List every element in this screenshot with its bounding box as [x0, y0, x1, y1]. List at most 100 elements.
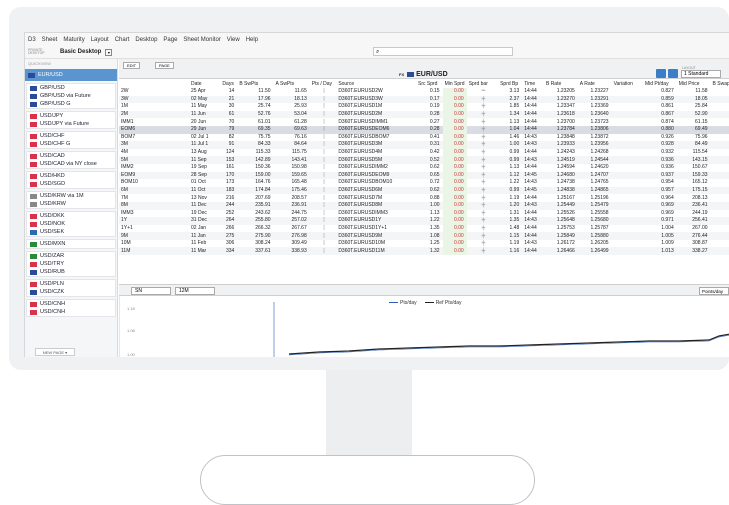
table-cell: 266 — [225, 224, 235, 231]
chart-view-icon[interactable] — [668, 69, 678, 78]
menu-item[interactable]: Chart — [115, 37, 130, 43]
table-row[interactable]: 1Y 31 Dec 264 255.80 257.02 | D360T.EURUSD1Y 1.… — [119, 217, 729, 225]
sidebar-item[interactable]: USD/TRY — [27, 260, 115, 268]
table-cell: 0.52 — [416, 156, 443, 164]
search-input[interactable]: ⌕ — [373, 47, 513, 56]
table-row[interactable]: 5M 11 Sep 153 142.89 143.41 | D360T.EURUSD5M 0.… — [119, 156, 729, 164]
sidebar-item[interactable]: USD/CNH — [27, 300, 115, 308]
column-header[interactable]: A Rate — [577, 80, 612, 88]
table-row[interactable]: EOM6 29 Jun 79 69.35 69.63 | D360T.EURUSDEOM6 0… — [119, 125, 729, 134]
table-cell: 1.25849 — [543, 232, 578, 240]
table-row[interactable]: 3M 11 Jul 1 91 84.33 84.64 | D360T.EURUSD3M 0.3… — [119, 141, 729, 149]
new-page-button[interactable]: NEW PAGE ▾ — [35, 348, 75, 356]
sidebar-item[interactable]: USD/PLN — [27, 280, 115, 288]
sidebar-item[interactable]: USD/CHF — [27, 132, 115, 140]
column-header[interactable] — [119, 80, 190, 88]
column-header[interactable]: Sprd bar — [466, 80, 499, 88]
sidebar-item[interactable]: USD/MXN — [27, 240, 115, 248]
menu-item[interactable]: Sheet — [42, 37, 58, 43]
column-header[interactable]: Source — [336, 80, 416, 88]
table-row[interactable]: 4M 13 Aug 124 115.33 115.75 | D360T.EURUSD4M 0.… — [119, 148, 729, 157]
table-header: Date Days B SwPts A SwPts Pts / Day Source Src… — [119, 80, 729, 88]
column-header[interactable]: Time — [522, 80, 544, 88]
series-select[interactable]: SN — [131, 287, 171, 295]
table-row[interactable]: 3W 02 May 21 17.96 18.13 | D360T.EURUSD3W 0.17 0… — [119, 95, 729, 104]
sidebar-item[interactable]: USD/SGD — [27, 180, 115, 188]
sidebar-item[interactable]: USD/JPY via Future — [27, 120, 115, 128]
column-header[interactable]: B Swap % — [710, 80, 729, 88]
table-row[interactable]: EOM9 28 Sep 170 159.00 159.65 | D360T.EURUSDEO… — [119, 171, 729, 180]
table-cell: D360T.EURUSD2W — [338, 88, 383, 95]
table-row[interactable]: 9M 11 Jan 275 275.90 276.98 | D360T.EURUSD9M 1.… — [119, 232, 729, 240]
sidebar-item[interactable]: GBP/USD G — [27, 100, 115, 108]
sidebar-item[interactable]: USD/CZK — [27, 288, 115, 296]
sidebar-item[interactable]: GBP/USD via Future — [27, 92, 115, 100]
sidebar-item[interactable]: USD/KRW via 1M — [27, 192, 115, 200]
table-row[interactable]: 1M 11 May 30 25.74 25.93 | D360T.EURUSD1M 0.19 0… — [119, 103, 729, 111]
edit-button[interactable]: EDIT — [123, 62, 141, 69]
table-row[interactable]: BOM10 01 Oct 173 164.76 165.48 | D360T.EURUSDB… — [119, 179, 729, 187]
table-row[interactable]: 7M 13 Nov 216 207.69 208.57 | D360T.EURUSD7M 0.… — [119, 194, 729, 202]
sidebar-item-active[interactable]: EUR/USD — [25, 69, 117, 81]
menu-item[interactable]: Page — [163, 37, 177, 43]
column-header[interactable]: Pts / Day — [309, 80, 337, 88]
column-header[interactable]: Days — [220, 80, 238, 88]
table-row[interactable]: IMM2 19 Sep 161 150.36 150.98 | D360T.EURUSDIM… — [119, 163, 729, 172]
sidebar-item[interactable]: USD/DKK — [27, 212, 115, 220]
sidebar-item[interactable]: USD/JPY — [27, 112, 115, 120]
points-per-day-button[interactable]: Points/day — [699, 287, 729, 295]
sidebar-item[interactable]: USD/KRW — [27, 200, 115, 208]
pair-title: FX EUR/USD — [399, 71, 448, 78]
sidebar-item[interactable]: USD/CAD via NY close — [27, 160, 115, 168]
sidebar-item[interactable]: USD/SEK — [27, 228, 115, 236]
sidebar-item[interactable]: USD/ZAR — [27, 252, 115, 260]
column-header[interactable]: A SwPts — [273, 80, 310, 88]
table-row[interactable]: 8M 11 Dec 244 235.91 236.91 | D360T.EURUSD8M 1.… — [119, 201, 729, 210]
menu-item[interactable]: Help — [246, 37, 258, 43]
table-cell: 14:44 — [524, 164, 537, 171]
column-header[interactable]: Src Sprd — [416, 80, 443, 88]
page-button[interactable]: PAGE — [155, 62, 174, 69]
sidebar-item[interactable]: GBP/USD — [27, 84, 115, 92]
menu-item[interactable]: Maturity — [63, 37, 84, 43]
table-row[interactable]: 11M 11 Mar 334 337.61 338.93 | D360T.EURUSD11M… — [119, 247, 729, 256]
table-cell: 0.00 — [442, 209, 467, 218]
sidebar-item[interactable]: USD/CNH — [27, 308, 115, 316]
table-row[interactable]: BOM7 02 Jul 1 82 75.75 76.16 | D360T.EURUSDBOM… — [119, 133, 729, 142]
layout-select[interactable]: 1 Standard — [681, 70, 721, 78]
table-cell: | — [309, 201, 337, 210]
table-row[interactable]: 10M 11 Feb 306 308.24 309.49 | D360T.EURUSD10M… — [119, 239, 729, 248]
table-cell: 1Y+1 — [121, 224, 133, 231]
grid-view-icon[interactable] — [656, 69, 666, 78]
table-row[interactable]: 2M 11 Jun 61 52.76 53.04 | D360T.EURUSD2M 0.28 0… — [119, 110, 729, 119]
table-row[interactable]: 2W 25 Apr 14 11.50 11.65 | D360T.EURUSD2W 0.15 0… — [119, 88, 729, 96]
menu-item[interactable]: Layout — [91, 37, 109, 43]
menu-item[interactable]: D3 — [28, 37, 36, 43]
sidebar-item[interactable]: USD/CHF G — [27, 140, 115, 148]
sidebar-item[interactable]: USD/HKD — [27, 172, 115, 180]
column-header[interactable]: Mid Price — [676, 80, 711, 88]
table-row[interactable]: IMM1 20 Jun 70 61.01 61.28 | D360T.EURUSDIMM1 0… — [119, 118, 729, 126]
table-cell: 1.25196 — [590, 194, 609, 201]
sidebar-item[interactable]: USD/RUB — [27, 268, 115, 276]
column-header[interactable]: Sprd Bp — [498, 80, 523, 88]
column-header[interactable]: B Rate — [543, 80, 578, 88]
column-header[interactable]: Variation — [611, 80, 643, 88]
column-header[interactable]: Date — [189, 80, 221, 88]
column-header[interactable]: Mid Pt/day — [642, 80, 677, 88]
menu-item[interactable]: Sheet Monitor — [183, 37, 220, 43]
column-header[interactable]: Min Sprd — [442, 80, 467, 88]
column-header[interactable]: B SwPts — [237, 80, 274, 88]
table-row[interactable]: 1Y+1 02 Jan 266 266.32 267.67 | D360T.EURUSD1Y… — [119, 224, 729, 233]
quickview-label[interactable]: QUICKVIEW — [25, 59, 117, 69]
menu-item[interactable]: View — [227, 37, 240, 43]
sidebar-group: GBP/USD GBP/USD via Future GBP/USD G — [26, 83, 116, 109]
range-select[interactable]: 12M — [175, 287, 215, 295]
table-row[interactable]: 6M 11 Oct 183 174.84 175.46 | D360T.EURUSD6M 0.… — [119, 186, 729, 195]
table-cell: 1.25753 — [556, 224, 575, 231]
table-row[interactable]: IMM3 19 Dec 252 243.62 244.75 | D360T.EURUSDIM… — [119, 209, 729, 218]
desktop-dropdown-button[interactable]: ▾ — [105, 48, 113, 56]
sidebar-item[interactable]: USD/CAD — [27, 152, 115, 160]
sidebar-item[interactable]: USD/NOK — [27, 220, 115, 228]
menu-item[interactable]: Desktop — [135, 37, 157, 43]
